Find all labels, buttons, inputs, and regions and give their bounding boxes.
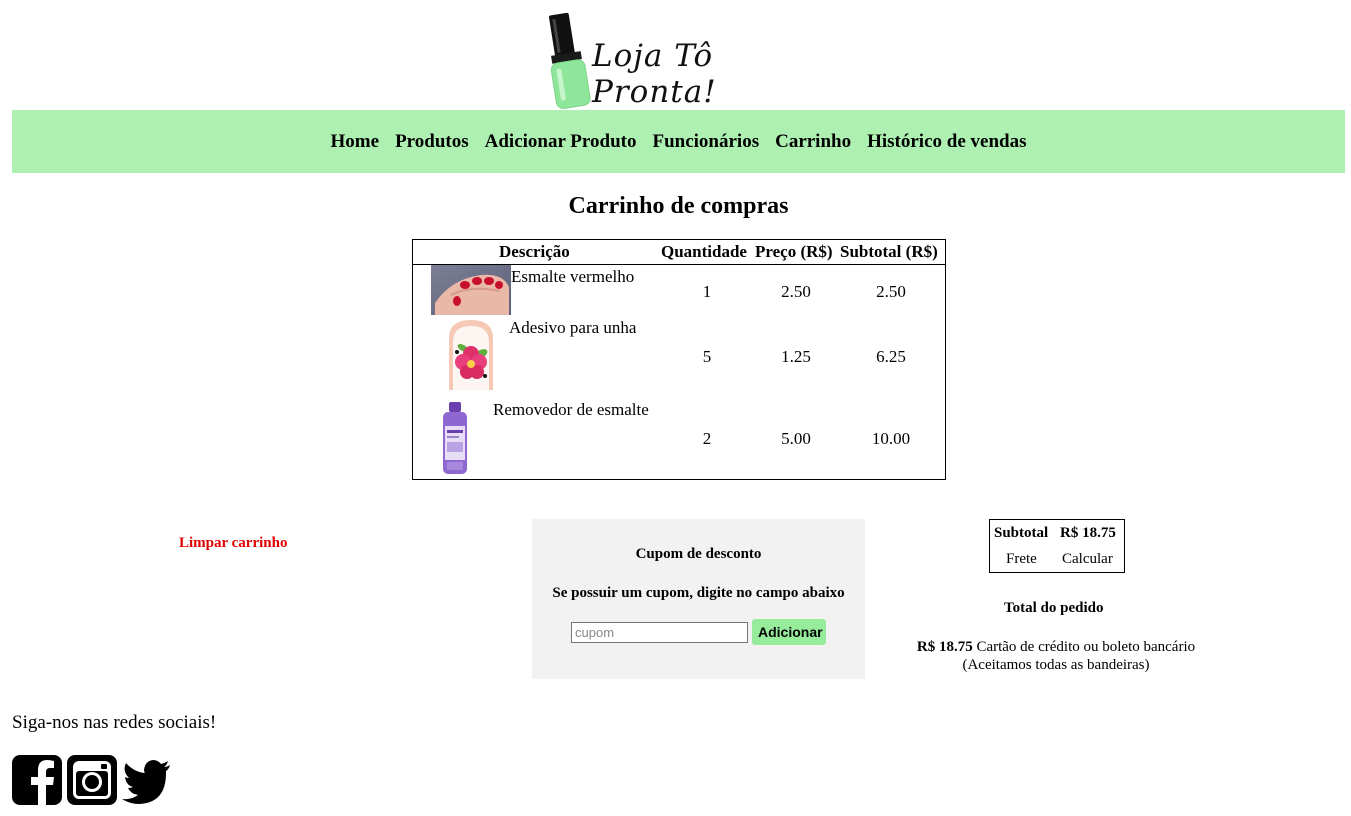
item-quantity: 5 — [702, 347, 712, 366]
cart-table: Descrição Quantidade Preço (R$) Subtotal… — [412, 239, 946, 480]
order-total-value: R$ 18.75 — [916, 639, 973, 655]
item-subtotal: 6.25 — [876, 347, 906, 366]
brand-logo[interactable]: Loja Tô Pronta! — [546, 10, 816, 110]
item-quantity: 2 — [702, 429, 712, 448]
shipping-label: Frete — [1006, 551, 1037, 567]
item-subtotal: 10.00 — [871, 429, 911, 448]
item-quantity: 1 — [702, 282, 712, 301]
product-image-polish-remover — [437, 400, 473, 476]
header-description: Descrição — [499, 242, 570, 261]
coupon-instructions: Se possuir um cupom, digite no campo aba… — [552, 585, 845, 601]
item-price: 1.25 — [781, 347, 811, 366]
item-price: 2.50 — [781, 282, 811, 301]
order-total: R$ 18.75 Cartão de crédito ou boleto ban… — [880, 638, 1232, 674]
table-row: Esmalte vermelho 1 2.50 2.50 — [413, 265, 945, 316]
nav-home[interactable]: Home — [331, 131, 380, 153]
coupon-title: Cupom de desconto — [635, 546, 762, 562]
coupon-input[interactable] — [571, 622, 748, 643]
product-image-nail-sticker — [443, 318, 499, 390]
item-description: Esmalte vermelho — [511, 267, 635, 286]
calculate-shipping-link[interactable]: Calcular — [1062, 551, 1113, 568]
payment-methods: Cartão de crédito ou boleto bancário — [976, 639, 1196, 655]
coupon-box: Cupom de desconto Se possuir um cupom, d… — [532, 519, 865, 679]
header-price: Preço (R$) — [755, 242, 833, 261]
product-image-red-nails — [431, 265, 511, 315]
subtotal-label: Subtotal — [994, 525, 1049, 541]
nav-adicionar-produto[interactable]: Adicionar Produto — [485, 131, 637, 153]
add-coupon-button[interactable]: Adicionar — [752, 619, 826, 645]
header-quantity: Quantidade — [661, 242, 747, 261]
nav-carrinho[interactable]: Carrinho — [775, 131, 851, 153]
clear-cart-link[interactable]: Limpar carrinho — [179, 535, 287, 552]
item-subtotal: 2.50 — [876, 282, 906, 301]
nav-produtos[interactable]: Produtos — [395, 131, 469, 153]
item-description: Removedor de esmalte — [493, 400, 649, 419]
twitter-icon[interactable] — [122, 755, 172, 805]
facebook-icon[interactable] — [12, 755, 62, 805]
nav-funcionarios[interactable]: Funcionários — [652, 131, 759, 153]
payment-note: (Aceitamos todas as bandeiras) — [962, 657, 1150, 673]
table-row: Removedor de esmalte 2 5.00 10.00 — [413, 398, 945, 478]
main-nav: Home Produtos Adicionar Produto Funcioná… — [12, 110, 1345, 173]
item-description: Adesivo para unha — [509, 318, 637, 337]
header-subtotal: Subtotal (R$) — [840, 242, 938, 261]
item-price: 5.00 — [781, 429, 811, 448]
cart-table-header: Descrição Quantidade Preço (R$) Subtotal… — [413, 240, 945, 265]
subtotal-value: R$ 18.75 — [1060, 525, 1116, 541]
instagram-icon[interactable] — [67, 755, 117, 805]
follow-us-text: Siga-nos nas redes sociais! — [12, 712, 217, 733]
nav-historico-vendas[interactable]: Histórico de vendas — [867, 131, 1026, 153]
table-row: Adesivo para unha 5 1.25 6.25 — [413, 316, 945, 398]
order-total-label: Total do pedido — [1004, 600, 1104, 616]
brand-name: Loja Tô Pronta! — [592, 38, 717, 110]
totals-table: Subtotal R$ 18.75 Frete Calcular — [989, 519, 1125, 573]
page-title: Carrinho de compras — [568, 193, 789, 219]
